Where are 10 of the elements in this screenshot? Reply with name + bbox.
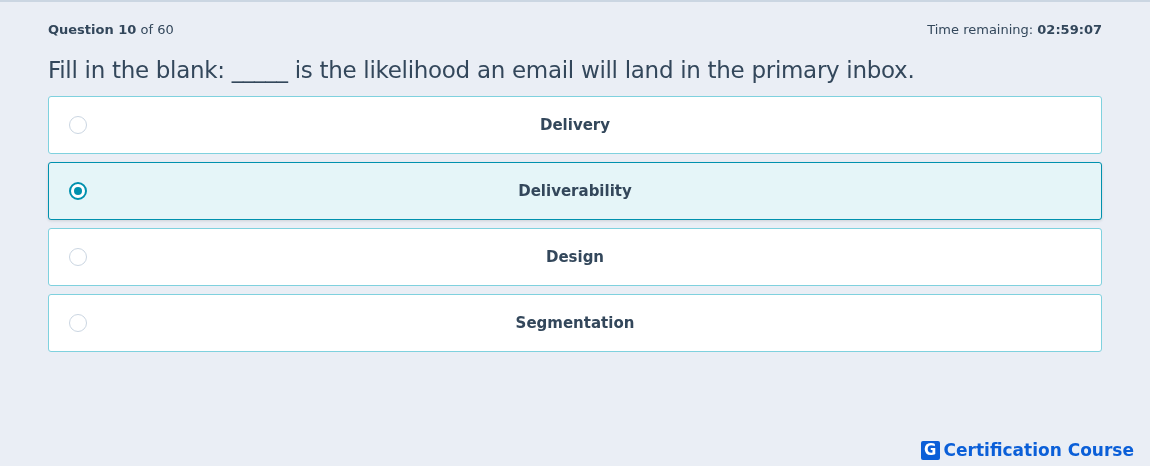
question-text: Fill in the blank: _____ is the likelihood an email will land in the primary inbox.: [48, 57, 916, 83]
answer-option[interactable]: Segmentation: [48, 294, 1102, 352]
answer-option[interactable]: Delivery: [48, 96, 1102, 154]
logo-icon: G: [920, 440, 940, 460]
radio-button[interactable]: [69, 182, 87, 200]
time-remaining: Time remaining: 02:59:07: [927, 22, 1102, 37]
answer-option[interactable]: Deliverability: [48, 162, 1102, 220]
question-counter: Question 10 of 60: [48, 22, 174, 37]
brand-name: Certification Course: [943, 440, 1134, 460]
answer-option[interactable]: Design: [48, 228, 1102, 286]
